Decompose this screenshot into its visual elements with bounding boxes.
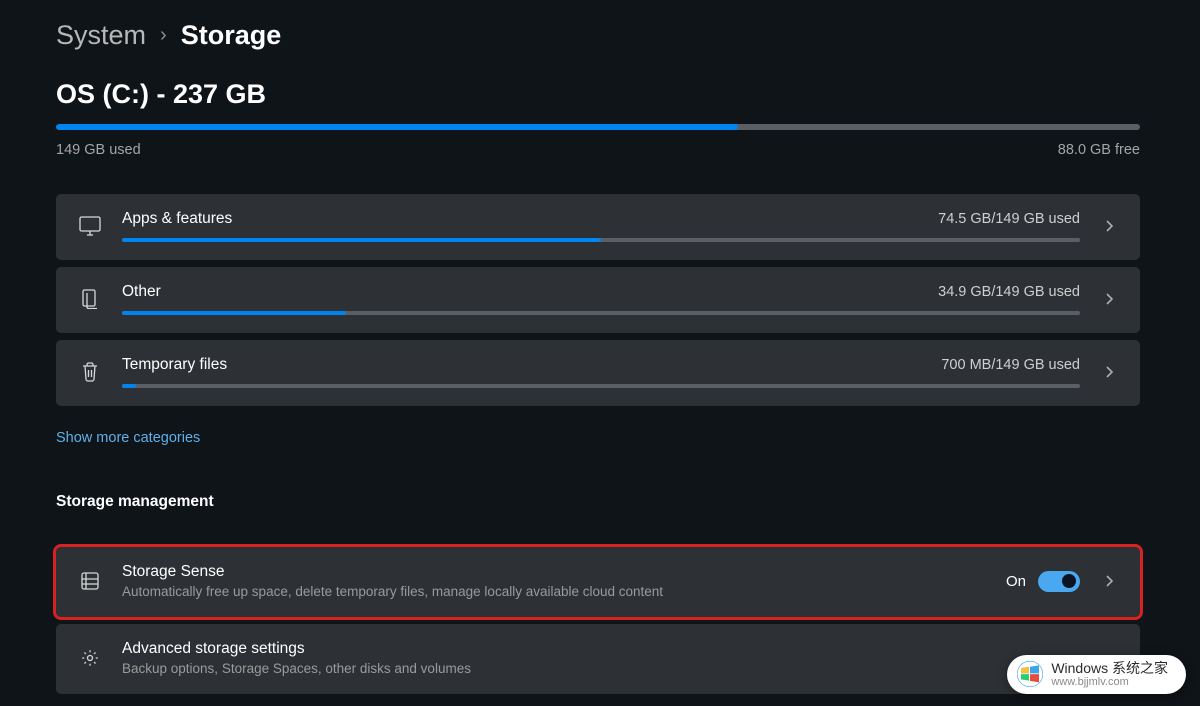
category-bar — [122, 238, 1080, 242]
category-apps-features[interactable]: Apps & features 74.5 GB/149 GB used — [56, 194, 1140, 260]
breadcrumb-parent[interactable]: System — [56, 20, 146, 51]
toggle-state-label: On — [1006, 573, 1026, 590]
category-cards: Apps & features 74.5 GB/149 GB used Othe… — [56, 194, 1140, 406]
drive-usage-bar — [56, 124, 1140, 130]
section-storage-management: Storage management — [56, 493, 1140, 511]
apps-icon — [78, 214, 102, 238]
storage-sense-toggle[interactable] — [1038, 571, 1080, 592]
storage-sense-title: Storage Sense — [122, 563, 986, 581]
storage-sense-icon — [78, 569, 102, 593]
other-icon — [78, 287, 102, 311]
category-other[interactable]: Other 34.9 GB/149 GB used — [56, 267, 1140, 333]
watermark-title: Windows 系统之家 — [1051, 661, 1168, 676]
advanced-storage-title: Advanced storage settings — [122, 640, 1080, 658]
management-cards: Storage Sense Automatically free up spac… — [56, 547, 1140, 694]
category-usage: 34.9 GB/149 GB used — [938, 284, 1080, 300]
drive-title: OS (C:) - 237 GB — [56, 79, 1140, 110]
category-usage: 700 MB/149 GB used — [941, 357, 1080, 373]
storage-sense-desc: Automatically free up space, delete temp… — [122, 584, 986, 599]
watermark-url: www.bjjmlv.com — [1051, 676, 1168, 688]
drive-used-label: 149 GB used — [56, 142, 141, 158]
category-label: Temporary files — [122, 356, 227, 374]
drive-usage-fill — [56, 124, 738, 130]
chevron-right-icon — [1100, 365, 1118, 379]
windows-logo-icon — [1017, 661, 1043, 687]
advanced-storage-desc: Backup options, Storage Spaces, other di… — [122, 661, 1080, 676]
breadcrumb: System › Storage — [56, 20, 1140, 51]
trash-icon — [78, 360, 102, 384]
category-label: Other — [122, 283, 161, 301]
category-temporary-files[interactable]: Temporary files 700 MB/149 GB used — [56, 340, 1140, 406]
advanced-storage-card[interactable]: Advanced storage settings Backup options… — [56, 624, 1140, 694]
chevron-right-icon — [1100, 219, 1118, 233]
drive-free-label: 88.0 GB free — [1058, 142, 1140, 158]
show-more-categories-link[interactable]: Show more categories — [56, 430, 200, 446]
chevron-right-icon — [1100, 292, 1118, 306]
category-bar — [122, 384, 1080, 388]
category-usage: 74.5 GB/149 GB used — [938, 211, 1080, 227]
category-bar — [122, 311, 1080, 315]
drive-stats: 149 GB used 88.0 GB free — [56, 142, 1140, 158]
chevron-right-icon: › — [160, 24, 167, 47]
chevron-right-icon — [1100, 574, 1118, 588]
breadcrumb-current: Storage — [181, 20, 282, 51]
watermark: Windows 系统之家 www.bjjmlv.com — [1007, 655, 1186, 694]
storage-sense-card[interactable]: Storage Sense Automatically free up spac… — [56, 547, 1140, 617]
gear-icon — [78, 646, 102, 670]
category-label: Apps & features — [122, 210, 232, 228]
